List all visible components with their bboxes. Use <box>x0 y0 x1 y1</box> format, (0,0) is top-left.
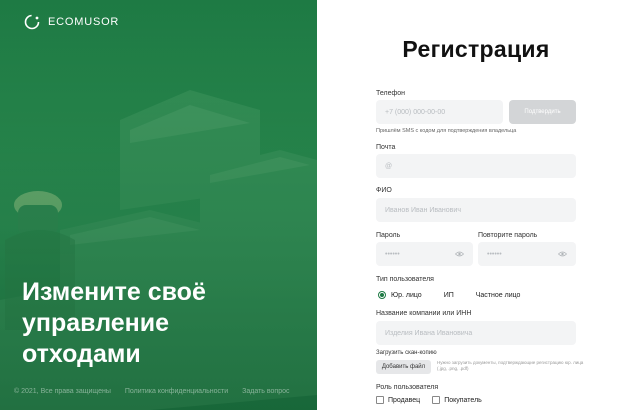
upload-label: Загрузить скан-копию <box>376 350 437 356</box>
radio-label: Частное лицо <box>475 291 521 299</box>
phone-label: Телефон <box>376 90 406 97</box>
fio-label: ФИО <box>376 187 392 194</box>
company-input[interactable]: Изделия Ивана Ивановича <box>376 321 576 345</box>
headline-line: управление <box>22 309 170 337</box>
checkbox-label: Продавец <box>388 396 421 404</box>
show-password-eye-icon[interactable] <box>455 251 464 257</box>
company-label: Название компании или ИНН <box>376 310 472 317</box>
show-password-eye-icon[interactable] <box>558 251 567 257</box>
ask-question-link[interactable]: Задать вопрос <box>242 388 289 395</box>
email-label: Почта <box>376 144 396 151</box>
password-input[interactable]: •••••• <box>376 242 473 266</box>
user-type-radio-group: Юр. лицо ИП Частное лицо <box>378 291 542 299</box>
email-input[interactable]: @ <box>376 154 576 178</box>
password-label: Пароль <box>376 232 401 239</box>
brand-name: ECOMUSOR <box>48 16 120 28</box>
brand-logo[interactable]: ECOMUSOR <box>24 14 119 30</box>
fio-input[interactable]: Иванов Иван Иванович <box>376 198 576 222</box>
copyright-text: © 2021, Все права защищены <box>14 388 111 395</box>
radio-label: ИП <box>443 291 454 299</box>
privacy-link[interactable]: Политика конфиденциальности <box>125 388 228 395</box>
confirm-phone-button[interactable]: Подтвердить <box>509 100 576 124</box>
password-repeat-input[interactable]: •••••• <box>478 242 576 266</box>
radio-individual-entrepreneur[interactable]: ИП <box>444 292 454 299</box>
checkbox-buyer[interactable]: Покупатель <box>432 396 482 404</box>
checkbox[interactable] <box>432 396 441 404</box>
password-repeat-label: Повторите пароль <box>478 232 538 239</box>
radio-button-checked[interactable] <box>378 291 386 299</box>
hero-headline: Измените своё управление отходами <box>22 277 302 370</box>
registration-page: ECOMUSOR Измените своё управление отхода… <box>0 0 635 410</box>
user-type-label: Тип пользователя <box>376 276 434 283</box>
headline-line: отходами <box>22 340 141 368</box>
hero-panel: ECOMUSOR Измените своё управление отхода… <box>0 0 317 410</box>
checkbox[interactable] <box>376 396 384 404</box>
role-checkbox-group: Продавец Покупатель <box>376 396 482 404</box>
email-placeholder: @ <box>385 162 393 170</box>
page-title: Регистрация <box>402 36 550 62</box>
checkbox-label: Покупатель <box>444 396 482 404</box>
role-label: Роль пользователя <box>376 384 439 391</box>
phone-placeholder: +7 (000) 000-00-00 <box>385 108 446 116</box>
radio-legal-entity[interactable]: Юр. лицо <box>378 291 422 299</box>
password-placeholder: •••••• <box>385 250 400 258</box>
phone-input[interactable]: +7 (000) 000-00-00 <box>376 100 503 124</box>
hero-footer: © 2021, Все права защищены Политика конф… <box>14 388 290 395</box>
password-repeat-placeholder: •••••• <box>487 250 502 258</box>
add-file-button[interactable]: Добавить файл <box>376 360 431 374</box>
logo-ring-icon <box>24 14 40 30</box>
phone-hint: Пришлём SMS с кодом для подтверждения вл… <box>376 128 517 134</box>
fio-placeholder: Иванов Иван Иванович <box>385 206 461 214</box>
upload-hint: Нужно загрузить документы, подтверждающи… <box>437 360 584 371</box>
headline-line: Измените своё <box>22 278 206 306</box>
company-placeholder: Изделия Ивана Ивановича <box>385 329 473 337</box>
radio-label: Юр. лицо <box>391 291 422 299</box>
checkbox-seller[interactable]: Продавец <box>376 396 420 404</box>
radio-private-person[interactable]: Частное лицо <box>476 292 521 299</box>
